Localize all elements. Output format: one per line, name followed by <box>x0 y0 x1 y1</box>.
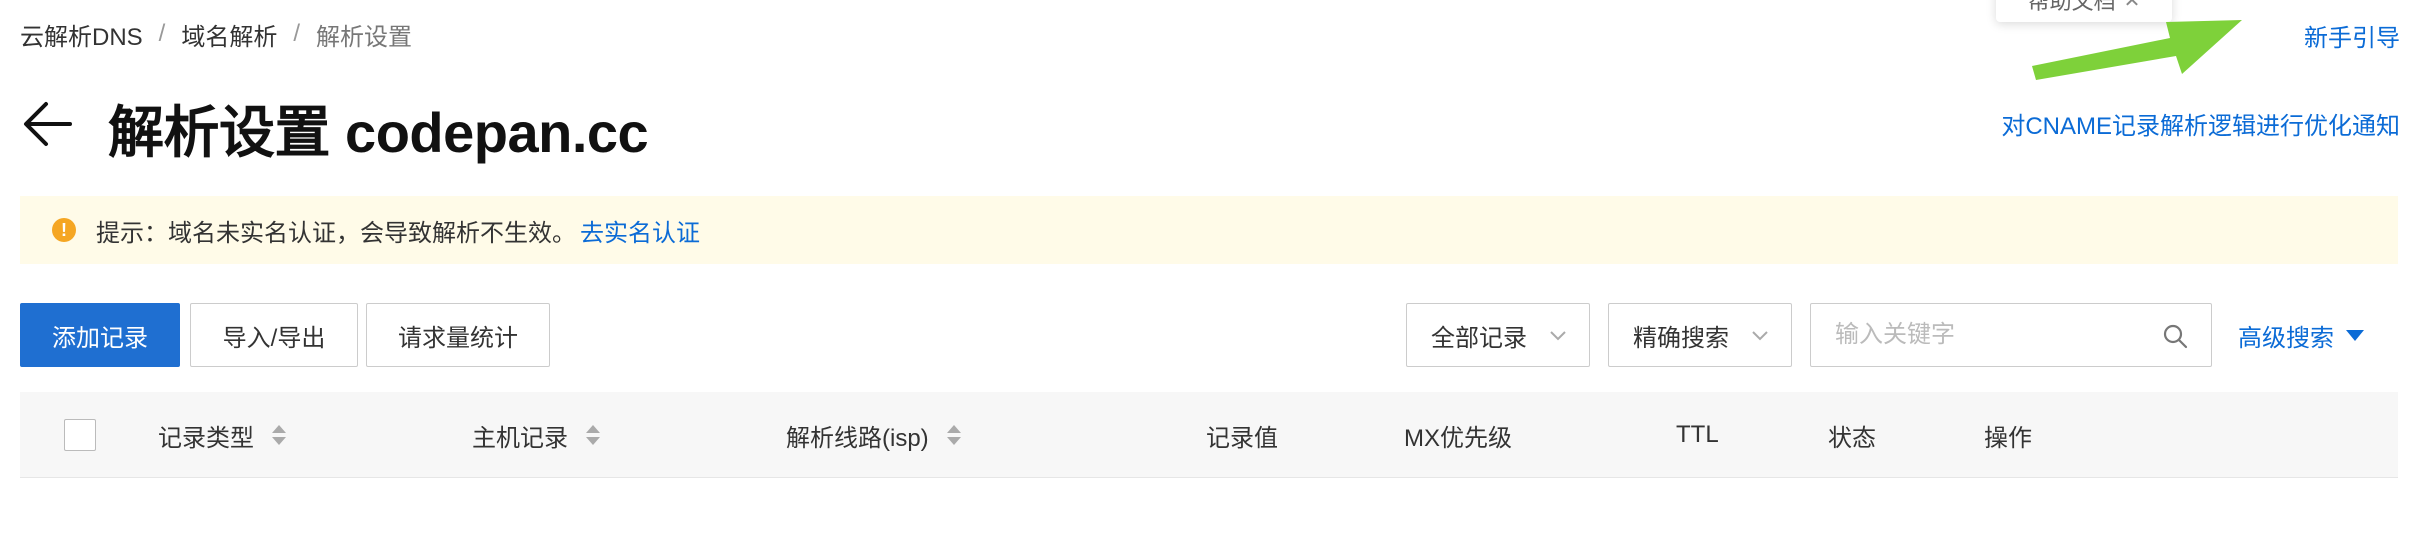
column-header-status: 状态 <box>1828 392 1876 478</box>
record-filter-select[interactable]: 全部记录 <box>1406 303 1590 367</box>
search-icon[interactable] <box>2161 322 2189 350</box>
chevron-down-icon <box>1752 331 1768 341</box>
column-header-record-value: 记录值 <box>1206 392 1278 478</box>
add-record-button[interactable]: 添加记录 <box>20 303 180 367</box>
column-header-record-type[interactable]: 记录类型 <box>158 392 286 478</box>
warning-icon: ! <box>52 218 76 242</box>
column-label: 状态 <box>1828 424 1876 452</box>
select-all-checkbox[interactable] <box>64 419 96 451</box>
beginner-guide-link[interactable]: 新手引导 <box>2304 18 2400 53</box>
warning-banner: ! 提示：域名未实名认证，会导致解析不生效。 去实名认证 <box>20 196 2398 264</box>
search-mode-value: 精确搜索 <box>1633 324 1729 352</box>
banner-text: 提示：域名未实名认证，会导致解析不生效。 <box>96 219 576 247</box>
cname-notice-link[interactable]: 对CNAME记录解析逻辑进行优化通知 <box>2001 106 2400 141</box>
advanced-search-label: 高级搜索 <box>2238 325 2334 352</box>
column-label: TTL <box>1676 421 1719 448</box>
column-header-host-record[interactable]: 主机记录 <box>472 392 600 478</box>
advanced-search-link[interactable]: 高级搜索 <box>2238 318 2364 353</box>
keyword-search-box <box>1810 303 2212 367</box>
breadcrumb-item-current: 解析设置 <box>316 23 413 51</box>
sort-icon[interactable] <box>272 425 286 445</box>
column-label: 记录值 <box>1206 424 1278 452</box>
real-name-verify-link[interactable]: 去实名认证 <box>580 213 700 248</box>
column-label: MX优先级 <box>1404 424 1512 452</box>
back-arrow-icon[interactable] <box>20 96 76 152</box>
breadcrumb: 云解析DNS / 域名解析 / 解析设置 <box>20 16 412 52</box>
sort-icon[interactable] <box>946 425 961 445</box>
column-header-actions: 操作 <box>1984 392 2032 478</box>
sort-icon[interactable] <box>586 425 600 445</box>
request-stats-button[interactable]: 请求量统计 <box>366 303 550 367</box>
breadcrumb-item-dns[interactable]: 云解析DNS <box>20 17 143 52</box>
column-header-ttl: TTL <box>1676 392 1719 478</box>
records-table-header: 记录类型 主机记录 解析线路(isp) 记录值 MX优先级 TTL 状态 操作 <box>20 392 2398 478</box>
search-mode-select[interactable]: 精确搜索 <box>1608 303 1792 367</box>
breadcrumb-separator: / <box>293 20 301 47</box>
page-title: 解析设置 codepan.cc <box>108 101 649 164</box>
import-export-button[interactable]: 导入/导出 <box>190 303 358 367</box>
breadcrumb-separator: / <box>158 20 166 47</box>
keyword-search-input[interactable] <box>1835 321 2135 349</box>
breadcrumb-item-domain-resolution[interactable]: 域名解析 <box>181 17 277 52</box>
column-label: 解析线路(isp) <box>786 424 929 452</box>
column-label: 记录类型 <box>158 424 254 452</box>
column-header-resolution-line[interactable]: 解析线路(isp) <box>786 392 961 478</box>
chevron-down-icon <box>1550 331 1566 341</box>
column-label: 操作 <box>1984 424 2032 452</box>
record-filter-value: 全部记录 <box>1431 324 1527 352</box>
caret-down-icon <box>2346 330 2364 341</box>
column-header-mx-priority: MX优先级 <box>1404 392 1512 478</box>
select-all-cell <box>64 392 96 478</box>
annotation-arrow-icon <box>2032 20 2242 80</box>
column-label: 主机记录 <box>472 424 568 452</box>
